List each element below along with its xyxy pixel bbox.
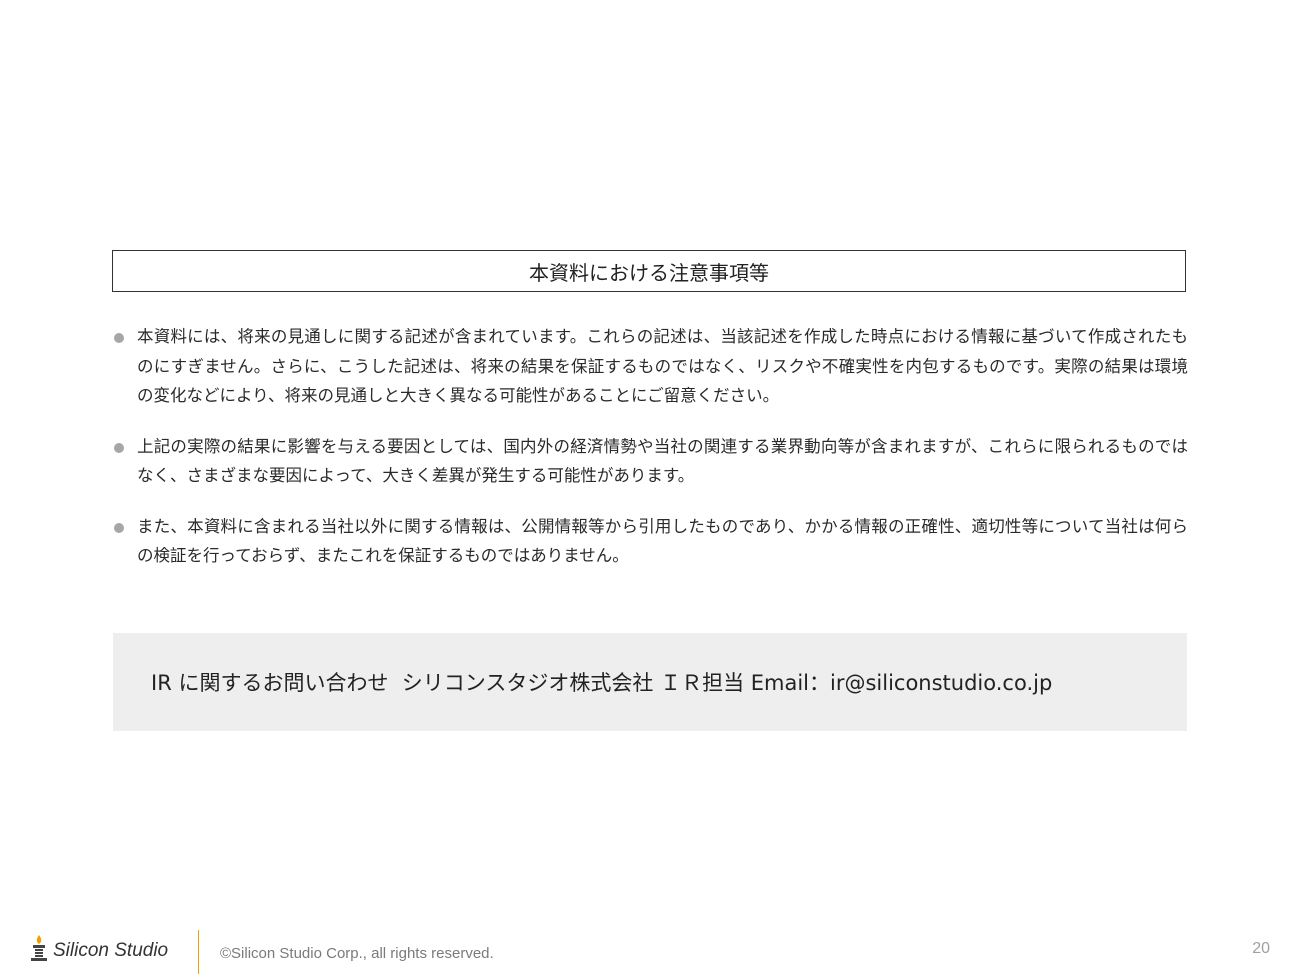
notice-bullet-text: また、本資料に含まれる当社以外に関する情報は、公開情報等から引用したものであり、… xyxy=(137,516,1188,566)
ir-contact-box: IR に関するお問い合わせ シリコンスタジオ株式会社 ＩＲ担当 Email：ir… xyxy=(113,633,1187,731)
notice-bullet-text: 本資料には、将来の見通しに関する記述が含まれています。これらの記述は、当該記述を… xyxy=(137,327,1188,405)
company-logo: Silicon Studio xyxy=(30,932,168,962)
notice-title-box: 本資料における注意事項等 xyxy=(112,250,1186,292)
notice-bullet-item: 上記の実際の結果に影響を与える要因としては、国内外の経済情勢や当社の関連する業界… xyxy=(112,432,1188,491)
page-number: 20 xyxy=(1252,940,1270,957)
logo-text: Silicon Studio xyxy=(53,940,169,961)
footer-divider xyxy=(198,930,199,974)
notice-title: 本資料における注意事項等 xyxy=(529,260,769,285)
ir-contact-text: IR に関するお問い合わせ シリコンスタジオ株式会社 ＩＲ担当 Email：ir… xyxy=(151,671,1053,695)
notice-bullet-text: 上記の実際の結果に影響を与える要因としては、国内外の経済情勢や当社の関連する業界… xyxy=(137,436,1188,486)
bullet-dot-icon xyxy=(114,333,124,343)
copyright-text: ©Silicon Studio Corp., all rights reserv… xyxy=(220,945,494,962)
notice-bullet-list: 本資料には、将来の見通しに関する記述が含まれています。これらの記述は、当該記述を… xyxy=(112,322,1188,592)
notice-bullet-item: 本資料には、将来の見通しに関する記述が含まれています。これらの記述は、当該記述を… xyxy=(112,322,1188,411)
candle-logo-icon xyxy=(31,935,47,961)
bullet-dot-icon xyxy=(114,442,124,453)
notice-bullet-item: また、本資料に含まれる当社以外に関する情報は、公開情報等から引用したものであり、… xyxy=(112,512,1188,571)
bullet-dot-icon xyxy=(114,522,124,533)
